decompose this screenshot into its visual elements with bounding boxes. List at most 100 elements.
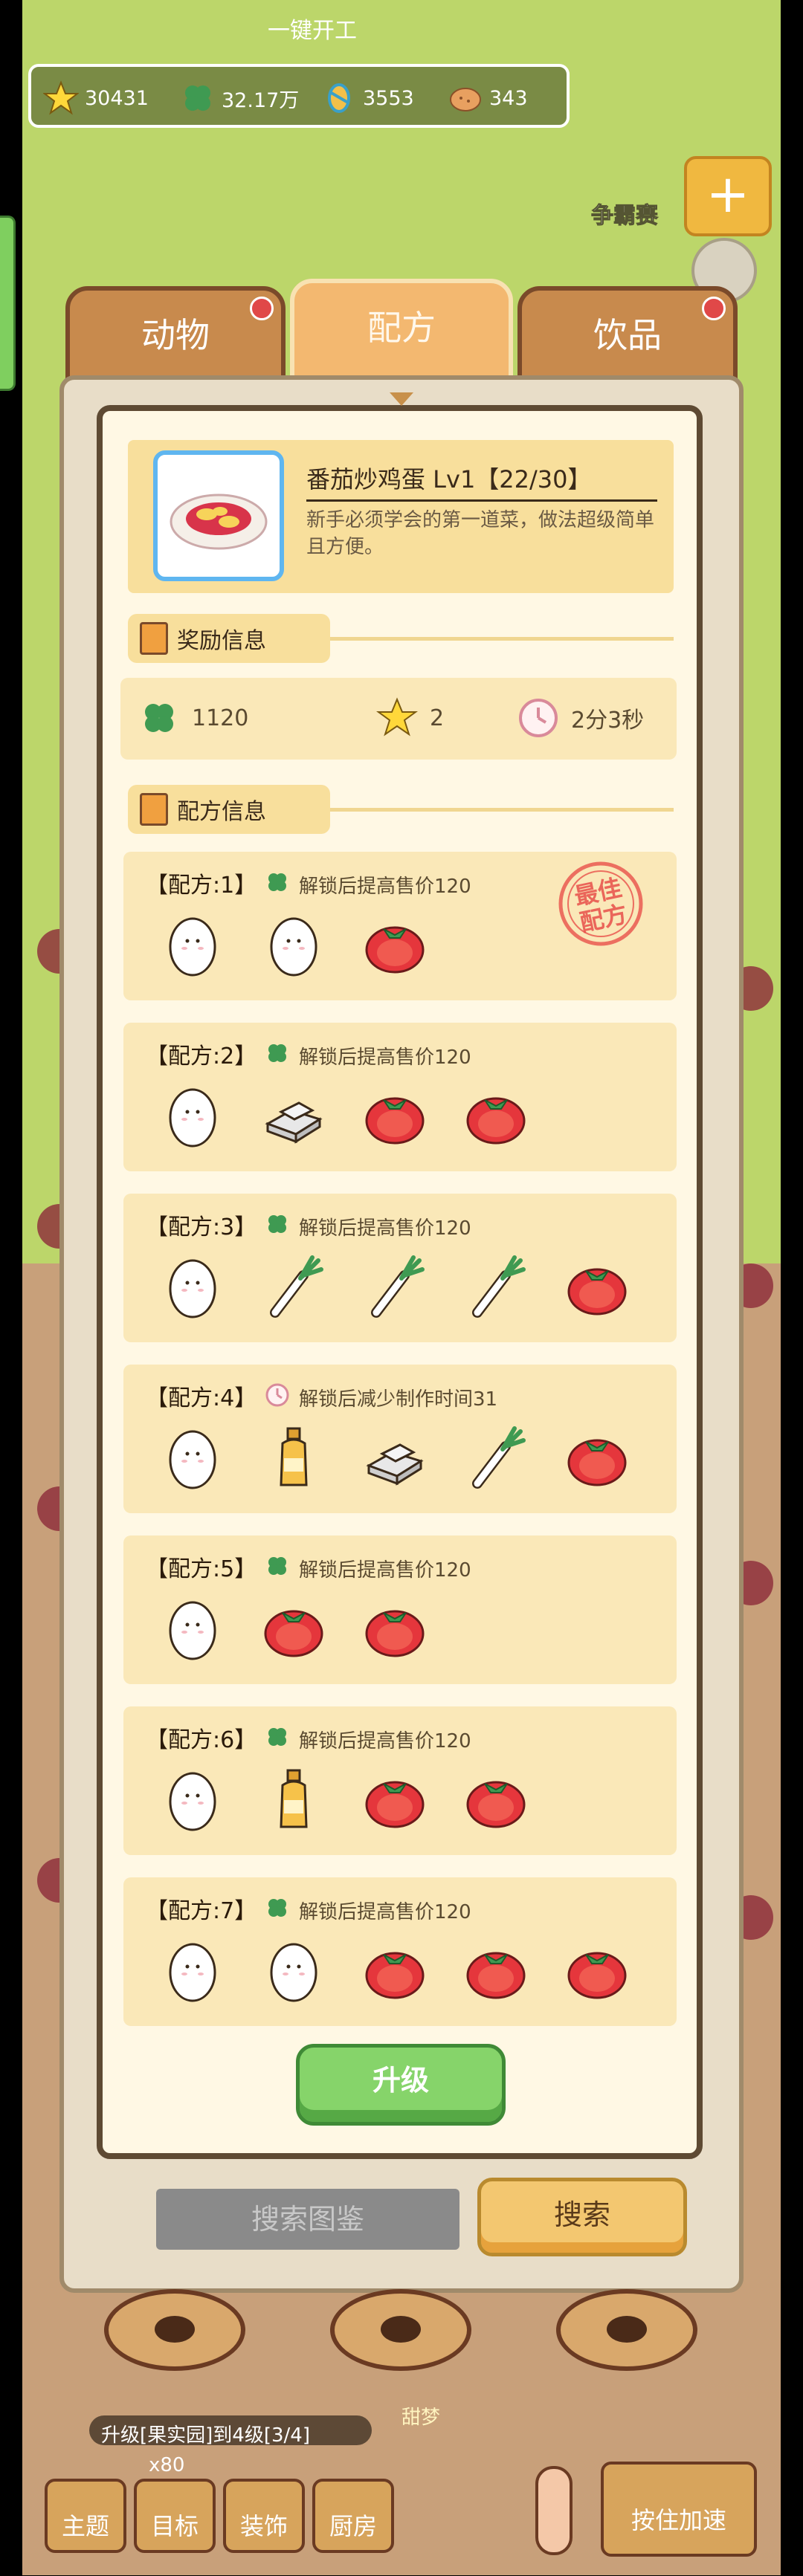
recipe-card[interactable]: 【配方:3】 解锁后提高售价120 — [123, 1194, 677, 1342]
recipe-bonus: 解锁后提高售价120 — [265, 1553, 471, 1584]
resource-candy: 3553 — [321, 80, 414, 116]
recipe-title: 【配方:6】 — [146, 1727, 257, 1753]
clover-icon — [265, 1041, 290, 1071]
scallion-icon — [361, 1253, 428, 1320]
reward-row: 1120 2 2分3秒 — [120, 678, 677, 760]
resource-cookie: 343 — [448, 80, 528, 116]
donut-decoration — [556, 2289, 697, 2371]
reward-time: 2分3秒 — [517, 697, 644, 739]
button-label: 按住加速 — [631, 2506, 726, 2534]
recipe-title: 【配方:4】 — [146, 1385, 257, 1411]
resource-value: 30431 — [85, 86, 149, 110]
tomato-icon — [361, 1082, 428, 1149]
tab-recipes[interactable]: 配方 — [290, 279, 513, 390]
dish-image — [153, 450, 284, 581]
recipe-bonus: 解锁后减少制作时间31 — [265, 1382, 497, 1413]
recipe-card[interactable]: 【配方:4】 解锁后减少制作时间31 — [123, 1365, 677, 1513]
recipe-card[interactable]: 【配方:5】 解锁后提高售价120 — [123, 1535, 677, 1684]
egg-icon — [159, 1937, 226, 2004]
tab-label: 配方 — [367, 308, 436, 348]
tomato-icon — [260, 1595, 327, 1662]
heat-gauge — [535, 2466, 573, 2555]
kitchen-button[interactable]: 厨房 — [312, 2479, 394, 2553]
clock-icon — [265, 1382, 290, 1413]
competition-label[interactable]: 争霸赛 — [591, 197, 659, 230]
recipe-bonus: 解锁后提高售价120 — [265, 1724, 471, 1755]
tab-drinks[interactable]: 饮品 — [517, 286, 738, 383]
egg-icon — [159, 1424, 226, 1491]
dish-title: 番茄炒鸡蛋 Lv1【22/30】 — [306, 465, 592, 493]
decor-button[interactable]: 装饰 — [223, 2479, 305, 2553]
egg-icon — [159, 1766, 226, 1833]
add-button[interactable]: + — [684, 156, 772, 236]
star-icon — [376, 697, 418, 737]
clover-icon — [265, 1895, 290, 1926]
hold-to-speed-button[interactable]: 按住加速 — [601, 2462, 757, 2557]
recipe-section-header: 配方信息 — [128, 785, 330, 834]
divider — [330, 808, 674, 812]
tab-animals[interactable]: 动物 — [65, 286, 286, 383]
notification-dot — [702, 297, 726, 320]
egg-icon — [159, 911, 226, 978]
button-label: 厨房 — [329, 2512, 377, 2540]
recipe-bonus-text: 解锁后提高售价120 — [299, 1730, 471, 1753]
section-title: 奖励信息 — [177, 628, 266, 654]
oil-icon — [260, 1766, 327, 1833]
theme-button[interactable]: 主题 — [45, 2479, 126, 2553]
side-tab[interactable] — [0, 216, 16, 391]
resource-value: 343 — [489, 86, 528, 110]
search-button[interactable]: 搜索 — [477, 2178, 687, 2256]
clover-icon — [145, 704, 173, 732]
upgrade-button[interactable]: 升级 — [296, 2044, 506, 2126]
document-icon — [140, 793, 168, 826]
scallion-icon — [462, 1253, 529, 1320]
sweet-dream-label: 甜梦 — [402, 2407, 441, 2429]
clock-icon — [519, 699, 558, 737]
recipe-card[interactable]: 【配方:2】 解锁后提高售价120 — [123, 1023, 677, 1171]
clover-icon — [265, 1211, 290, 1242]
clover-icon — [265, 1553, 290, 1584]
section-title: 配方信息 — [177, 799, 266, 825]
recipe-bonus: 解锁后提高售价120 — [265, 1211, 471, 1242]
one-click-start-label[interactable]: 一键开工 — [268, 12, 357, 45]
recipe-card[interactable]: 【配方:1】 解锁后提高售价120 最佳配方 — [123, 852, 677, 1000]
recipe-bonus: 解锁后提高售价120 — [265, 1041, 471, 1071]
scallion-icon — [260, 1253, 327, 1320]
resource-value: 3553 — [363, 86, 414, 110]
clover-icon — [265, 1724, 290, 1755]
resource-bar: 30431 32.17万 3553 343 — [28, 64, 570, 128]
recipe-card[interactable]: 【配方:7】 解锁后提高售价120 — [123, 1877, 677, 2026]
clover-icon — [185, 85, 210, 111]
recipe-bonus: 解锁后提高售价120 — [265, 1895, 471, 1926]
recipe-title: 【配方:1】 — [146, 873, 257, 899]
button-label: 主题 — [61, 2512, 109, 2540]
tomato-icon — [462, 1766, 529, 1833]
recipe-bonus-text: 解锁后提高售价120 — [299, 1901, 471, 1923]
recipe-title: 【配方:7】 — [146, 1898, 257, 1924]
divider — [306, 499, 657, 502]
tomato-icon — [361, 911, 428, 978]
egg-icon — [159, 1082, 226, 1149]
recipe-bonus-text: 解锁后减少制作时间31 — [299, 1388, 498, 1411]
recipe-card[interactable]: 【配方:6】 解锁后提高售价120 — [123, 1706, 677, 1855]
donut-decoration — [330, 2289, 471, 2371]
tomato-icon — [564, 1937, 631, 2004]
donut-decoration — [104, 2289, 245, 2371]
divider — [330, 637, 674, 641]
goal-button[interactable]: 目标 — [134, 2479, 216, 2553]
recipe-title: 【配方:2】 — [146, 1043, 257, 1069]
search-input[interactable]: 搜索图鉴 — [156, 2189, 459, 2250]
document-icon — [140, 622, 168, 655]
recipe-title: 【配方:5】 — [146, 1556, 257, 1582]
tab-pointer — [390, 392, 413, 406]
clover-icon — [265, 870, 290, 900]
scallion-icon — [462, 1424, 529, 1491]
button-label: 目标 — [150, 2512, 199, 2540]
reward-value: 2分3秒 — [571, 708, 645, 734]
resource-value: 32.17万 — [222, 88, 300, 112]
tofu-icon — [361, 1424, 428, 1491]
tomato-icon — [361, 1766, 428, 1833]
best-recipe-stamp: 最佳配方 — [556, 859, 645, 948]
dish-description: 新手必须学会的第一道菜，做法超级简单且方便。 — [306, 509, 655, 558]
tomato-icon — [361, 1937, 428, 2004]
